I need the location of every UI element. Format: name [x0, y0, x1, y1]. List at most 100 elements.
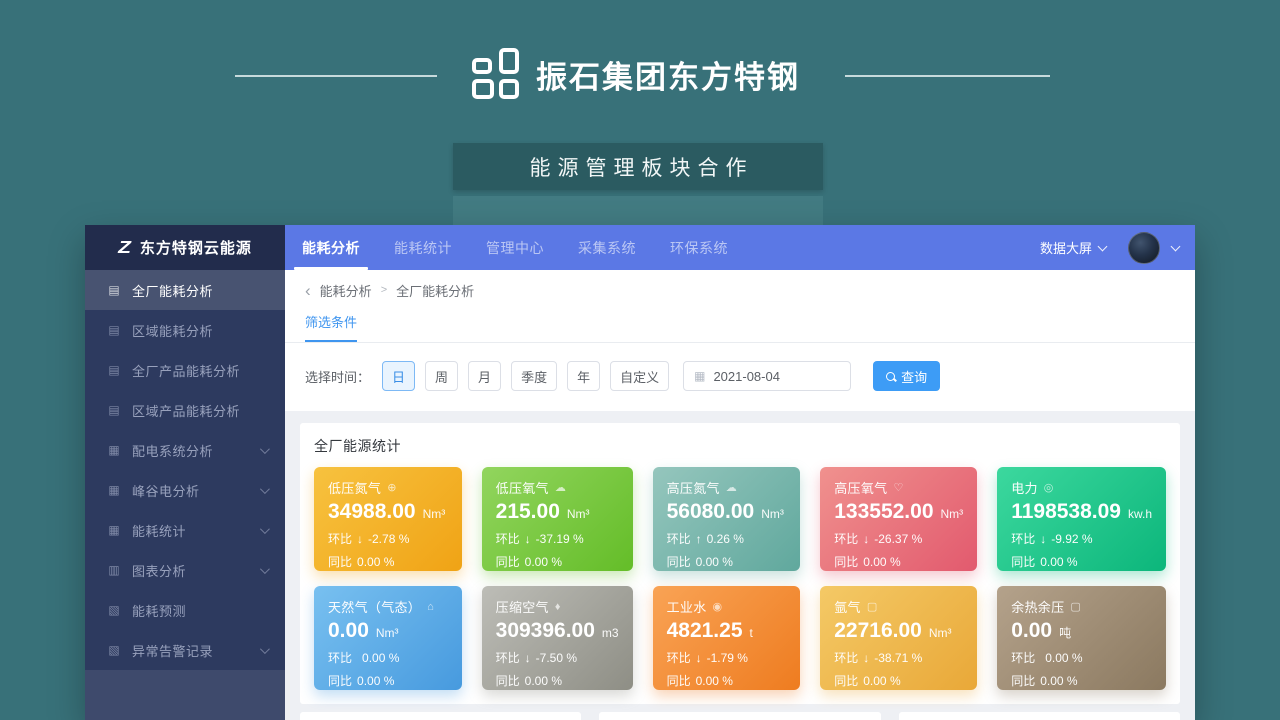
card-title: 高压氮气	[667, 478, 720, 497]
menu-icon: ▦	[107, 523, 121, 537]
card-value: 0.00	[1011, 619, 1052, 643]
chevron-down-icon	[1098, 241, 1108, 251]
time-option-button[interactable]: 自定义	[610, 361, 669, 391]
sidebar-item[interactable]: ▦ 峰谷电分析	[85, 470, 285, 510]
sidebar-item[interactable]: ▤ 全厂产品能耗分析	[85, 350, 285, 390]
card-value: 215.00	[496, 500, 560, 524]
time-option-button[interactable]: 年	[567, 361, 600, 391]
year-ratio-row: 同比 0.00 %	[834, 672, 963, 689]
nav-tab[interactable]: 环保系统	[653, 225, 745, 270]
year-ratio-label: 同比	[667, 672, 691, 689]
energy-type-icon: ♦	[555, 601, 561, 613]
year-ratio-label: 同比	[667, 553, 691, 570]
year-ratio-label: 同比	[496, 672, 520, 689]
menu-icon: ▦	[107, 443, 121, 457]
card-value-row: 34988.00 Nm³	[328, 500, 448, 524]
data-screen-link[interactable]: 数据大屏	[1040, 238, 1106, 257]
sidebar-item[interactable]: ▧ 异常告警记录	[85, 630, 285, 670]
energy-card: 氩气 ▢ 22716.00 Nm³ 环比 ↓ -38.71 % 同比 0.00 …	[820, 586, 977, 690]
time-option-button[interactable]: 月	[468, 361, 501, 391]
energy-card: 工业水 ◉ 4821.25 t 环比 ↓ -1.79 % 同比 0.00 %	[653, 586, 801, 690]
nav-tab[interactable]: 能耗统计	[377, 225, 469, 270]
nav-tab-label: 环保系统	[670, 238, 728, 258]
sidebar-item-label: 区域能耗分析	[132, 321, 260, 340]
energy-cards-grid: 低压氮气 ⊕ 34988.00 Nm³ 环比 ↓ -2.78 % 同比 0.00…	[314, 467, 1166, 690]
time-option-button[interactable]: 日	[382, 361, 415, 391]
sidebar-item[interactable]: ▦ 能耗统计	[85, 510, 285, 550]
breadcrumb: ‹ 能耗分析 > 全厂能耗分析	[285, 270, 1195, 310]
calendar-icon: ▦	[694, 369, 705, 383]
time-option-button[interactable]: 季度	[511, 361, 557, 391]
sidebar-item[interactable]: ▧ 能耗预测	[85, 590, 285, 630]
year-ratio-value: 0.00 %	[863, 555, 900, 569]
energy-card: 高压氧气 ♡ 133552.00 Nm³ 环比 ↓ -26.37 % 同比 0.…	[820, 467, 977, 571]
chevron-down-icon	[260, 644, 270, 654]
user-avatar[interactable]	[1128, 232, 1160, 264]
breadcrumb-parent[interactable]: 能耗分析	[320, 281, 372, 300]
sidebar-item[interactable]: ▥ 图表分析	[85, 550, 285, 590]
ring-ratio-row: 环比 ↓ -2.78 %	[328, 530, 448, 547]
nav-tab[interactable]: 采集系统	[561, 225, 653, 270]
ring-ratio-row: 环比 0.00 %	[328, 649, 448, 666]
year-ratio-value: 0.00 %	[357, 674, 394, 688]
ring-ratio-row: 环比 ↓ -26.37 %	[834, 530, 963, 547]
trend-arrow-icon: ↓	[696, 651, 702, 665]
sidebar-item[interactable]: ▤ 区域产品能耗分析	[85, 390, 285, 430]
time-option-button[interactable]: 周	[425, 361, 458, 391]
card-header: 低压氮气 ⊕	[328, 478, 448, 497]
energy-type-icon: ◎	[1044, 481, 1054, 494]
bottom-panel	[300, 712, 581, 720]
year-ratio-value: 0.00 %	[1040, 674, 1077, 688]
data-screen-label: 数据大屏	[1040, 238, 1092, 257]
sidebar-item[interactable]: ▤ 全厂能耗分析	[85, 270, 285, 310]
year-ratio-row: 同比 0.00 %	[1011, 672, 1152, 689]
nav-tab[interactable]: 管理中心	[469, 225, 561, 270]
ring-ratio-row: 环比 ↓ -9.92 %	[1011, 530, 1152, 547]
sidebar-item-label: 配电系统分析	[132, 441, 260, 460]
ring-ratio-label: 环比	[834, 530, 858, 547]
year-ratio-label: 同比	[496, 553, 520, 570]
year-ratio-label: 同比	[1011, 672, 1035, 689]
year-ratio-value: 0.00 %	[1040, 555, 1077, 569]
year-ratio-row: 同比 0.00 %	[496, 672, 619, 689]
decor-banner	[453, 196, 823, 225]
breadcrumb-separator: >	[381, 284, 387, 296]
ring-ratio-label: 环比	[328, 649, 352, 666]
sidebar-item-label: 能耗统计	[132, 521, 260, 540]
sidebar-logo: Z 东方特钢云能源	[85, 225, 285, 270]
menu-icon: ▥	[107, 563, 121, 577]
date-input[interactable]: ▦ 2021-08-04	[683, 361, 851, 391]
year-ratio-value: 0.00 %	[525, 555, 562, 569]
card-unit: Nm³	[423, 507, 446, 521]
ring-ratio-label: 环比	[328, 530, 352, 547]
card-unit: Nm³	[376, 626, 399, 640]
chevron-down-icon	[260, 524, 270, 534]
energy-card: 低压氧气 ☁ 215.00 Nm³ 环比 ↓ -37.19 % 同比 0.00 …	[482, 467, 633, 571]
card-header: 高压氮气 ☁	[667, 478, 787, 497]
tab-filter-conditions[interactable]: 筛选条件	[305, 312, 357, 342]
ring-ratio-label: 环比	[1011, 649, 1035, 666]
nav-right: 数据大屏	[1040, 225, 1195, 270]
search-button[interactable]: 查询	[873, 361, 940, 391]
card-title: 氩气	[834, 597, 861, 616]
user-menu-chevron-icon[interactable]	[1171, 241, 1181, 251]
nav-tab-label: 采集系统	[578, 238, 636, 258]
top-navbar: 能耗分析 能耗统计 管理中心 采集系统 环保系统 数据大屏	[285, 225, 1195, 270]
card-value-row: 309396.00 m3	[496, 619, 619, 643]
year-ratio-label: 同比	[328, 672, 352, 689]
sidebar-item[interactable]: ▦ 配电系统分析	[85, 430, 285, 470]
card-value: 22716.00	[834, 619, 922, 643]
back-arrow-icon[interactable]: ‹	[305, 282, 311, 299]
content-area: ‹ 能耗分析 > 全厂能耗分析 筛选条件 选择时间： 日周月季度年自定义 ▦ 2…	[285, 270, 1195, 720]
energy-type-icon: ▢	[1070, 600, 1081, 613]
card-value: 0.00	[328, 619, 369, 643]
decor-line-left	[235, 75, 437, 77]
sidebar-filler	[85, 670, 285, 720]
page-subtitle: 能源管理板块合作	[530, 152, 754, 182]
sidebar-item[interactable]: ▤ 区域能耗分析	[85, 310, 285, 350]
energy-type-icon: ☁	[555, 481, 566, 494]
nav-tab[interactable]: 能耗分析	[285, 225, 377, 270]
card-value: 56080.00	[667, 500, 755, 524]
card-unit: Nm³	[761, 507, 784, 521]
date-value: 2021-08-04	[713, 369, 780, 384]
